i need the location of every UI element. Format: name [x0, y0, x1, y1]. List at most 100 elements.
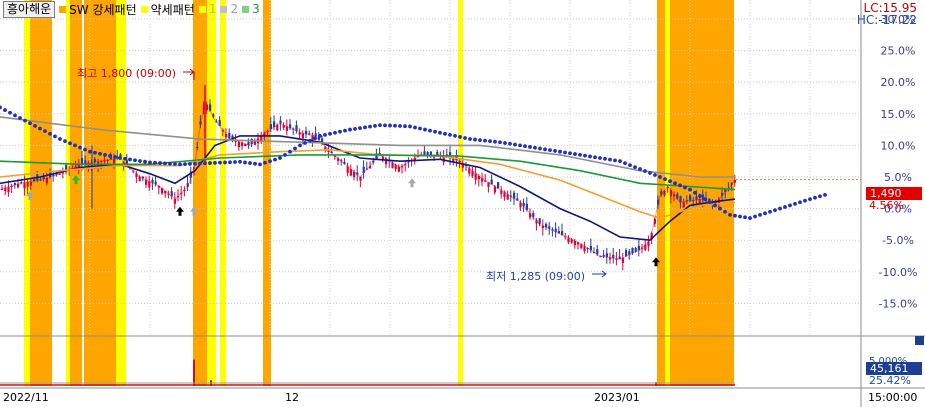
projection-dot [223, 160, 227, 165]
projection-dot [798, 200, 802, 205]
projection-dot [263, 160, 267, 165]
projection-dot [588, 154, 592, 159]
candle-body [26, 182, 29, 187]
projection-dot [338, 129, 342, 134]
projection-dot [23, 118, 27, 123]
projection-dot [218, 160, 222, 165]
projection-dot [273, 157, 277, 162]
projection-dot [28, 121, 32, 126]
projection-dot [548, 148, 552, 153]
projection-dot [318, 133, 322, 138]
projection-dot [448, 132, 452, 137]
pattern-band-5 [116, 0, 126, 386]
legend-number-2: 2 [220, 2, 238, 16]
projection-dot [103, 152, 107, 157]
projection-dot [253, 161, 257, 166]
projection-dot [423, 127, 427, 132]
projection-dot [538, 146, 542, 151]
projection-dot [508, 141, 512, 146]
projection-dot [503, 141, 507, 145]
projection-dot [138, 159, 142, 163]
projection-dot [53, 134, 57, 139]
projection-dot [773, 208, 777, 213]
projection-dot [808, 197, 812, 202]
projection-dot [473, 137, 477, 142]
projection-dot [648, 171, 652, 175]
projection-dot [598, 156, 602, 160]
number-2-swatch-icon [220, 5, 228, 13]
projection-dot [563, 150, 567, 155]
projection-dot [123, 156, 127, 161]
y-tick-label-8: -10.0% [879, 266, 918, 279]
projection-dot [198, 161, 202, 166]
projection-dot [763, 211, 767, 216]
projection-dot [93, 150, 97, 155]
projection-dot [818, 194, 822, 199]
pattern-band-8 [220, 0, 226, 386]
legend-weak: 약세패턴 [140, 1, 195, 18]
projection-dot [38, 126, 42, 131]
projection-dot [488, 139, 492, 144]
projection-dot [128, 157, 132, 162]
projection-dot [823, 192, 827, 197]
projection-dot [368, 124, 372, 129]
projection-dot [213, 160, 217, 165]
projection-dot [388, 123, 392, 128]
projection-dot [393, 123, 397, 128]
projection-dot [578, 152, 582, 157]
stock-name[interactable]: 흥아해운 [3, 0, 56, 18]
projection-dot [753, 214, 757, 219]
time-label: 15:00:00 [868, 391, 918, 404]
projection-dot [313, 136, 317, 141]
projection-dot [443, 131, 447, 136]
projection-dot [278, 156, 282, 160]
projection-dot [668, 179, 672, 184]
projection-dot [68, 141, 72, 146]
projection-dot [303, 141, 307, 145]
projection-dot [623, 161, 627, 166]
projection-dot [603, 156, 607, 161]
projection-dot [698, 194, 702, 198]
projection-dot [283, 152, 287, 157]
projection-dot [108, 154, 112, 158]
projection-dot [463, 136, 467, 140]
projection-dot [3, 108, 7, 112]
projection-dot [323, 132, 327, 137]
projection-dot [308, 138, 312, 143]
projection-dot [73, 143, 77, 148]
projection-dot [733, 213, 737, 218]
projection-dot [18, 116, 22, 120]
legend-number-2-label: 2 [230, 2, 239, 16]
projection-dot [373, 123, 377, 128]
projection-dot [713, 203, 717, 208]
projection-dot [453, 133, 457, 138]
projection-dot [188, 162, 192, 166]
pattern-band-6 [193, 0, 207, 386]
price-chart[interactable]: 30.0%25.0%20.0%15.0%10.0%5.0%0.0%-5.0%-1… [0, 0, 925, 407]
x-label-jan: 2023/01 [594, 391, 640, 404]
projection-dot [633, 165, 637, 170]
panel-resize-handle[interactable] [915, 336, 924, 345]
projection-dot [58, 137, 62, 141]
x-label-dec: 12 [285, 391, 299, 404]
projection-dot [518, 143, 522, 148]
projection-dot [523, 144, 527, 149]
projection-dot [193, 161, 197, 166]
projection-dot [248, 161, 252, 165]
y-tick-label-9: -15.0% [879, 297, 918, 310]
projection-dot [288, 149, 292, 154]
projection-dot [628, 163, 632, 168]
projection-dot [533, 145, 537, 150]
projection-dot [693, 190, 697, 195]
projection-dot [348, 127, 352, 132]
projection-dot [343, 128, 347, 133]
legend-number-3: 3 [242, 2, 260, 16]
projection-dot [593, 155, 597, 160]
projection-dot [143, 159, 147, 164]
projection-dot [568, 151, 572, 156]
projection-dot [268, 159, 272, 164]
projection-dot [83, 147, 87, 152]
projection-dot [243, 160, 247, 165]
projection-dot [478, 138, 482, 143]
projection-dot [458, 135, 462, 139]
